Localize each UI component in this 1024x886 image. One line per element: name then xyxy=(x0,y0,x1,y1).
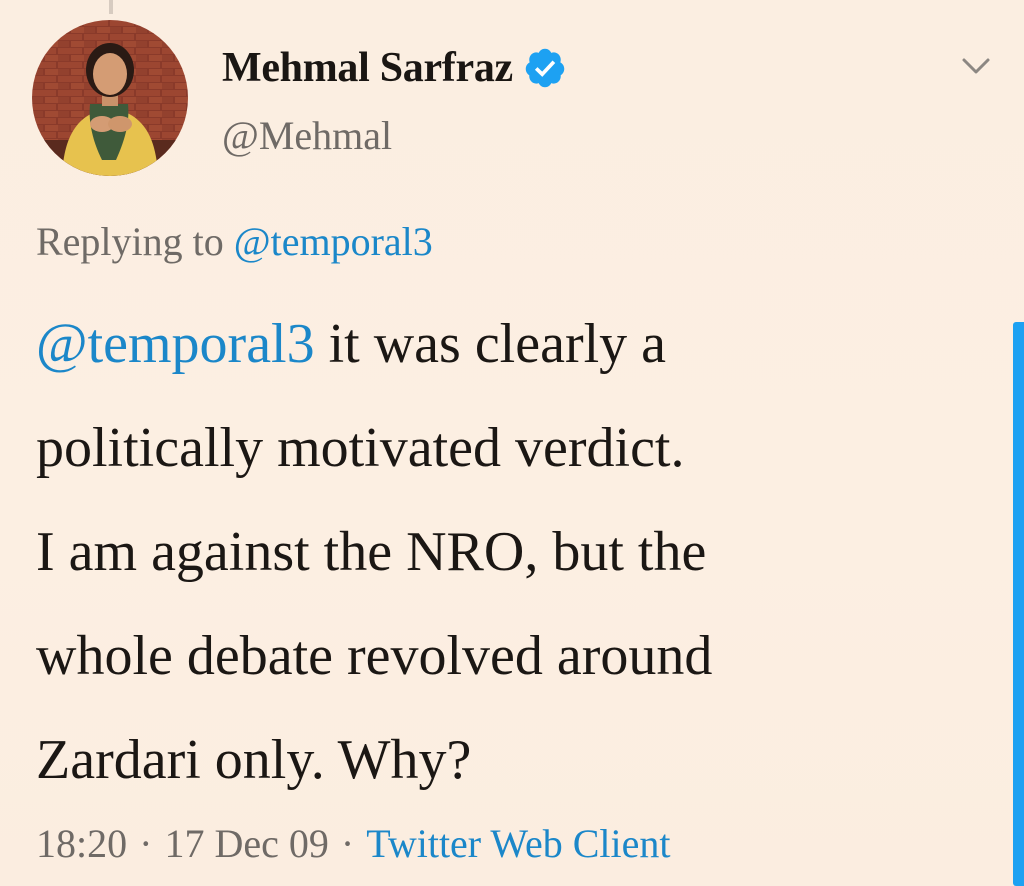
meta-separator: · xyxy=(139,821,153,866)
author-display-name[interactable]: Mehmal Sarfraz xyxy=(222,44,513,92)
thread-connector-line xyxy=(109,0,113,14)
replying-to-line: Replying to @temporal3 xyxy=(36,218,433,265)
scrollbar-thumb[interactable] xyxy=(1013,322,1024,886)
avatar-image xyxy=(32,20,188,176)
tweet-text-line-3: I am against the NRO, but the xyxy=(36,521,707,583)
tweet-text-line-2: politically motivated verdict. xyxy=(36,417,685,479)
tweet-text: @temporal3 it was clearly a politically … xyxy=(36,292,996,812)
tweet-metadata: 18:20 · 17 Dec 09 · Twitter Web Client xyxy=(36,820,670,867)
tweet-time[interactable]: 18:20 xyxy=(36,821,127,866)
chevron-down-icon[interactable] xyxy=(956,50,996,80)
author-avatar[interactable] xyxy=(32,20,188,176)
tweet-source-link[interactable]: Twitter Web Client xyxy=(366,821,670,866)
tweet-detail-view: Mehmal Sarfraz @Mehmal Replying to @temp… xyxy=(0,0,1024,886)
replying-to-label: Replying to xyxy=(36,219,224,264)
author-handle[interactable]: @Mehmal xyxy=(222,112,392,159)
verified-badge-icon xyxy=(525,48,565,88)
author-name-row[interactable]: Mehmal Sarfraz xyxy=(222,38,567,98)
tweet-text-line-5: Zardari only. Why? xyxy=(36,729,472,791)
tweet-text-line-1: @temporal3 it was clearly a xyxy=(36,292,996,396)
tweet-mention-link[interactable]: @temporal3 xyxy=(36,313,315,375)
meta-separator: · xyxy=(340,821,355,866)
replying-to-handle-link[interactable]: @temporal3 xyxy=(234,219,433,264)
tweet-text-line-4: whole debate revolved around xyxy=(36,625,713,687)
tweet-text-line-1-rest: it was clearly a xyxy=(314,313,667,375)
tweet-date[interactable]: 17 Dec 09 xyxy=(164,821,328,866)
